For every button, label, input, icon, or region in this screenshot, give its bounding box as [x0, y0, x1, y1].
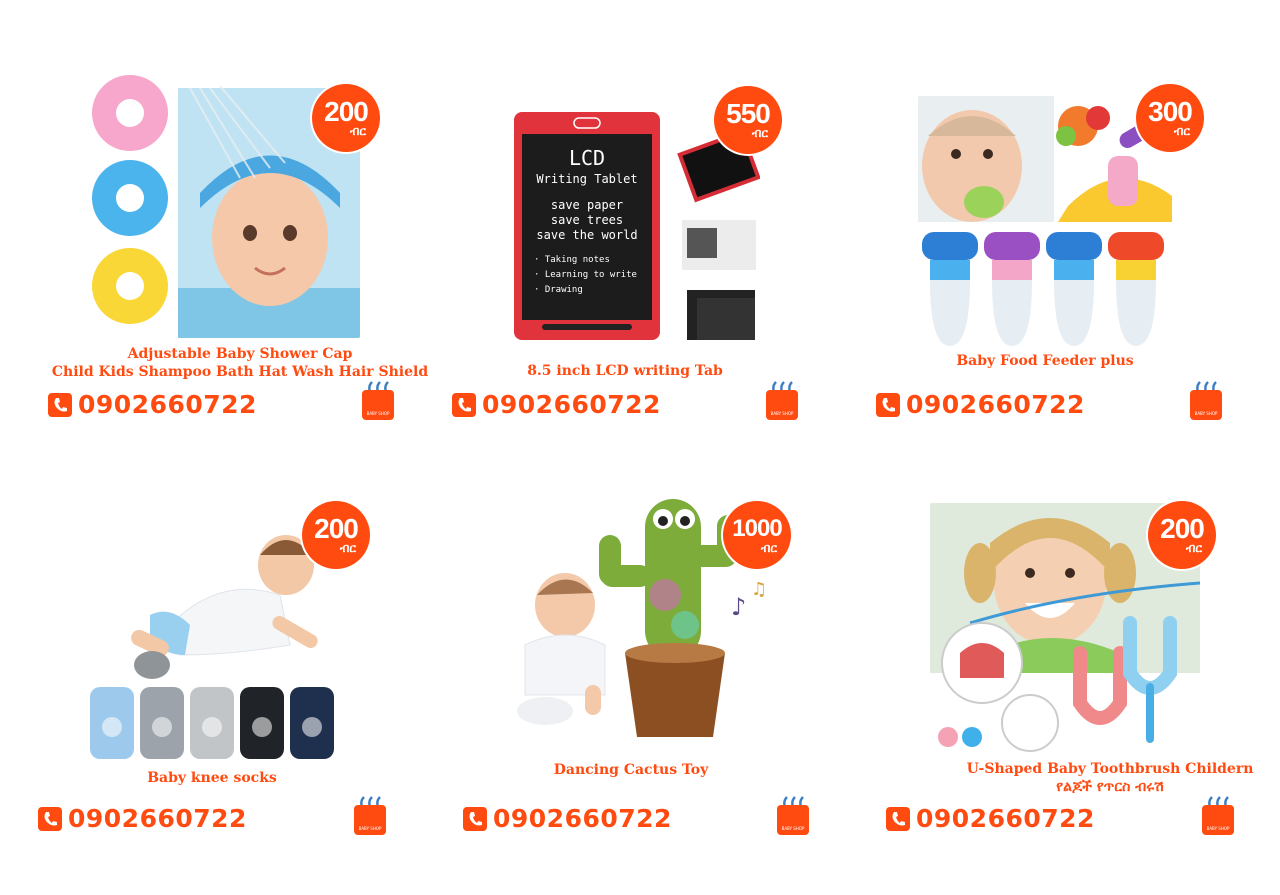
product-title: Baby Food Feeder plus: [956, 353, 1134, 369]
price-amount: 200: [1160, 513, 1205, 544]
price-currency: ብር: [349, 124, 366, 138]
phone-number: 0902660722: [916, 804, 1095, 833]
product-card-lcd-tablet[interactable]: LCD Writing Tablet save paper save trees…: [440, 60, 840, 460]
phone-contact[interactable]: 0902660722: [38, 804, 247, 833]
price-currency: ብር: [339, 541, 356, 555]
product-title: U-Shaped Baby Toothbrush Childern የልጆች የ…: [910, 760, 1280, 796]
product-title: Adjustable Baby Shower Cap Child Kids Sh…: [20, 345, 460, 381]
shop-logo: BABY SHOP: [777, 795, 809, 835]
product-card-toothbrush[interactable]: 200 ብር U-Shaped Baby Toothbrush Childern…: [880, 475, 1280, 875]
product-title: Dancing Cactus Toy: [553, 762, 709, 778]
phone-contact[interactable]: 0902660722: [876, 390, 1085, 419]
price-amount: 300: [1148, 96, 1193, 127]
price-badge: 200 ብር: [302, 501, 370, 569]
product-card-dancing-cactus[interactable]: ♪ ♫ 1000 ብር Dancing Cactus Toy 090266072…: [455, 475, 855, 875]
product-title: 8.5 inch LCD writing Tab: [527, 363, 723, 379]
shop-logo: BABY SHOP: [362, 380, 394, 420]
phone-number: 0902660722: [906, 390, 1085, 419]
phone-number: 0902660722: [68, 804, 247, 833]
product-title-line2: Child Kids Shampoo Bath Hat Wash Hair Sh…: [51, 364, 429, 380]
price-badge: 200 ብር: [312, 84, 380, 152]
price-currency: ብር: [751, 126, 768, 140]
price-currency: ብር: [1185, 541, 1202, 555]
shop-logo: BABY SHOP: [1202, 795, 1234, 835]
phone-icon: [452, 392, 476, 417]
price-amount: 1000: [732, 515, 782, 542]
product-image-lcd-tablet: LCD Writing Tablet save paper save trees…: [512, 110, 760, 350]
tablet-screen-text: LCD Writing Tablet save paper save trees…: [534, 146, 638, 295]
product-title-line1: Adjustable Baby Shower Cap: [127, 346, 353, 362]
phone-icon: [463, 806, 487, 831]
product-title: Baby knee socks: [147, 770, 277, 786]
product-title-line2: የልጆች የጥርስ ብሩሽ: [1056, 779, 1164, 795]
phone-icon: [38, 806, 62, 831]
price-amount: 200: [324, 96, 369, 127]
price-badge: 1000 ብር: [723, 501, 791, 569]
shop-logo: BABY SHOP: [354, 795, 386, 835]
price-amount: 200: [314, 513, 359, 544]
phone-number: 0902660722: [482, 390, 661, 419]
phone-icon: [48, 392, 72, 417]
svg-text:♪: ♪: [731, 593, 746, 621]
phone-number: 0902660722: [493, 804, 672, 833]
product-card-food-feeder[interactable]: 300 ብር Baby Food Feeder plus 0902660722 …: [860, 60, 1260, 460]
product-card-knee-socks[interactable]: 200 ብር Baby knee socks 0902660722 BABY S…: [30, 475, 430, 875]
price-badge: 200 ብር: [1148, 501, 1216, 569]
phone-icon: [886, 806, 910, 831]
phone-contact[interactable]: 0902660722: [452, 390, 661, 419]
price-amount: 550: [726, 98, 771, 129]
product-image-food-feeder: [918, 96, 1172, 350]
price-currency: ብር: [760, 541, 777, 555]
price-badge: 300 ብር: [1136, 84, 1204, 152]
product-title-line1: U-Shaped Baby Toothbrush Childern: [966, 761, 1254, 777]
phone-contact[interactable]: 0902660722: [463, 804, 672, 833]
phone-icon: [876, 392, 900, 417]
price-badge: 550 ብር: [714, 86, 782, 154]
phone-contact[interactable]: 0902660722: [886, 804, 1095, 833]
svg-text:♫: ♫: [751, 579, 767, 600]
phone-number: 0902660722: [78, 390, 257, 419]
product-card-shower-cap[interactable]: 200 ብር Adjustable Baby Shower Cap Child …: [40, 60, 440, 460]
phone-contact[interactable]: 0902660722: [48, 390, 257, 419]
price-currency: ብር: [1173, 124, 1190, 138]
shop-logo: BABY SHOP: [1190, 380, 1222, 420]
shop-logo: BABY SHOP: [766, 380, 798, 420]
